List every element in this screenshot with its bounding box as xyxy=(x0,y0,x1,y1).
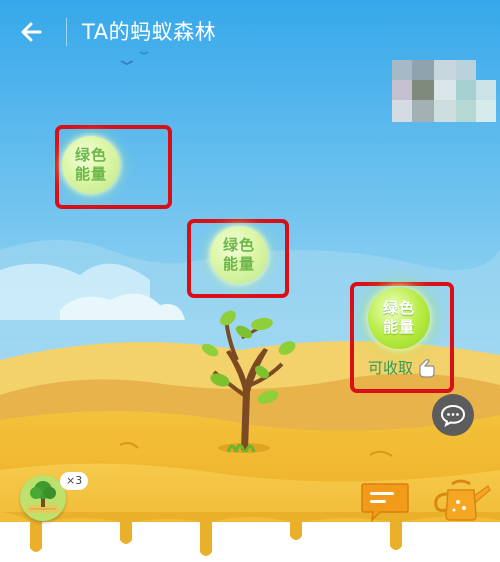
chat-bubble-icon xyxy=(440,404,466,427)
energy-ball-2[interactable]: 绿色 能量 xyxy=(210,226,268,284)
energy-ball-3-line2: 能量 xyxy=(382,318,415,336)
energy-ball-3[interactable]: 绿色 能量 xyxy=(368,287,430,349)
top-bar: TA的蚂蚁森林 xyxy=(0,0,500,64)
energy-ball-2-line1: 绿色 xyxy=(222,236,255,254)
tree-count-badge: ×3 xyxy=(60,472,89,490)
arrow-left-icon xyxy=(21,22,42,42)
message-icon xyxy=(361,483,409,523)
pointing-hand-icon xyxy=(419,359,435,378)
header-divider xyxy=(66,18,67,46)
energy-ball-1[interactable]: 绿色 能量 xyxy=(62,136,120,194)
watering-button[interactable] xyxy=(430,476,492,524)
chat-button[interactable] xyxy=(432,394,474,436)
energy-ball-3-line1: 绿色 xyxy=(382,299,415,317)
back-button[interactable] xyxy=(14,14,50,50)
watering-can-icon xyxy=(434,479,491,521)
energy-ball-1-line2: 能量 xyxy=(74,165,107,183)
page-title: TA的蚂蚁森林 xyxy=(82,20,217,44)
blurred-avatar xyxy=(392,60,496,122)
message-button[interactable] xyxy=(360,480,410,524)
energy-ball-1-line1: 绿色 xyxy=(74,146,107,164)
energy-ball-2-line2: 能量 xyxy=(222,255,255,273)
collectable-label[interactable]: 可收取 xyxy=(368,357,413,378)
